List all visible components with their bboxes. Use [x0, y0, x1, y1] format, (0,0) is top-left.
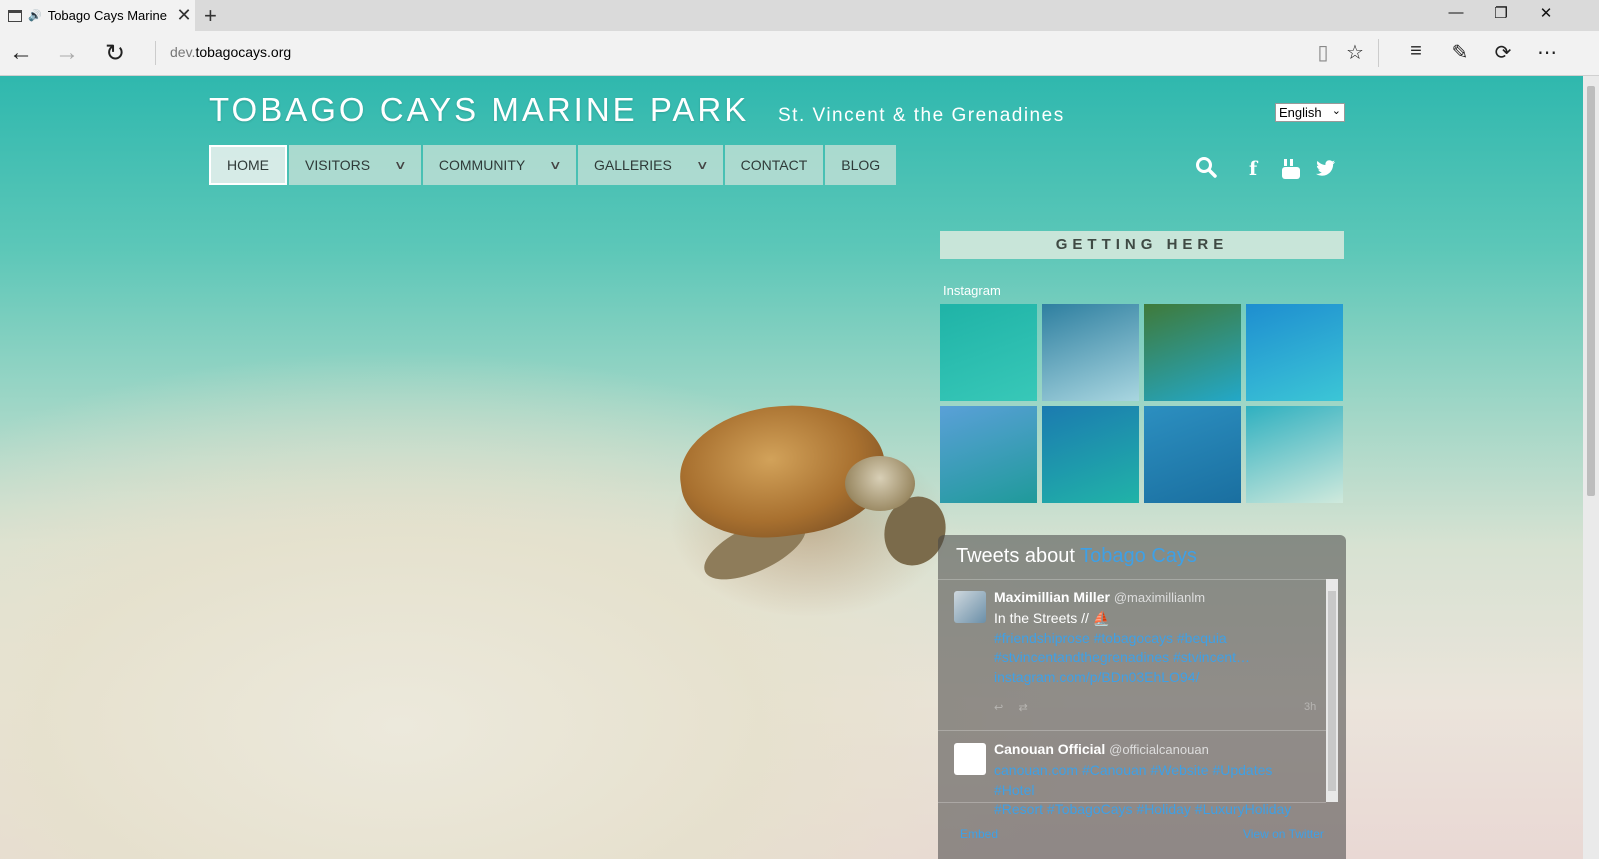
divider	[938, 730, 1326, 731]
instagram-photo[interactable]	[940, 406, 1037, 503]
close-window-icon[interactable]: ✕	[1531, 4, 1561, 22]
view-on-twitter-link[interactable]: View on Twitter	[1243, 827, 1324, 841]
site-title[interactable]: TOBAGO CAYS MARINE PARK	[209, 91, 749, 129]
chevron-down-icon: ∨	[549, 158, 563, 172]
browser-tab[interactable]: 🔊 Tobago Cays Marine ✕	[0, 0, 195, 31]
facebook-icon[interactable]: f	[1249, 158, 1257, 180]
favorite-star-icon[interactable]: ☆	[1341, 40, 1369, 65]
author-name: Canouan Official	[994, 741, 1106, 757]
tab-close-icon[interactable]: ✕	[173, 5, 195, 26]
instagram-photo[interactable]	[1246, 304, 1343, 401]
nav-label: VISITORS	[305, 157, 371, 173]
tweet-body: In the Streets // ⛵ #friendshiprose #tob…	[994, 609, 1314, 687]
tweet-body: canouan.com #Canouan #Website #Updates #…	[994, 761, 1314, 820]
url-separator	[155, 41, 156, 65]
twitter-widget: Tweets about Tobago Cays Maximillian Mil…	[938, 535, 1346, 859]
divider	[938, 802, 1326, 803]
tweet-hashtags[interactable]: #stvincentandthegrenadines #stvincent…	[994, 648, 1314, 668]
tweets-scrollbar[interactable]	[1326, 579, 1338, 802]
tweet-actions[interactable]: ↩ ⇄	[994, 701, 1028, 714]
tweet-hashtags[interactable]: #friendshiprose #tobagocays #bequia	[994, 629, 1314, 649]
author-name: Maximillian Miller	[994, 589, 1110, 605]
nav-label: BLOG	[841, 157, 881, 173]
avatar[interactable]	[954, 591, 986, 623]
instagram-photo[interactable]	[940, 304, 1037, 401]
minimize-icon[interactable]: —	[1441, 4, 1471, 21]
chevron-down-icon: ∨	[695, 158, 709, 172]
reading-view-icon[interactable]: ▯	[1309, 40, 1337, 65]
instagram-photo[interactable]	[1042, 406, 1139, 503]
tab-page-icon	[8, 9, 22, 22]
nav-label: HOME	[227, 157, 269, 173]
twitter-widget-title: Tweets about Tobago Cays	[956, 545, 1197, 568]
chevron-down-icon: ⌄	[1331, 105, 1341, 117]
nav-blog[interactable]: BLOG	[825, 145, 897, 185]
avatar[interactable]	[954, 743, 986, 775]
tweets-about-link[interactable]: Tobago Cays	[1080, 545, 1197, 567]
instagram-grid	[940, 304, 1344, 503]
nav-galleries[interactable]: GALLERIES ∨	[578, 145, 723, 185]
tweet-time[interactable]: 3h	[1304, 701, 1316, 713]
getting-here-button[interactable]: GETTING HERE	[940, 231, 1344, 259]
twitter-icon[interactable]	[1316, 160, 1336, 183]
youtube-icon[interactable]	[1281, 158, 1301, 186]
tab-title: Tobago Cays Marine	[47, 8, 167, 23]
nav-community[interactable]: COMMUNITY ∨	[422, 145, 577, 185]
main-nav: HOME VISITORS ∨ COMMUNITY ∨ GALLERIES ∨ CON…	[209, 145, 898, 185]
nav-label: COMMUNITY	[438, 157, 526, 173]
audio-icon[interactable]: 🔊	[28, 9, 42, 22]
divider	[938, 579, 1326, 580]
refresh-icon[interactable]: ↻	[100, 39, 130, 68]
scroll-thumb[interactable]	[1587, 86, 1595, 496]
url-domain: tobagocays.org	[195, 44, 292, 60]
tweet-author[interactable]: Canouan Official @officialcanouan	[994, 741, 1209, 757]
nav-visitors[interactable]: VISITORS ∨	[289, 145, 421, 185]
forward-icon[interactable]: →	[52, 39, 82, 67]
web-page: TOBAGO CAYS MARINE PARK St. Vincent & th…	[0, 76, 1583, 859]
turtle-head	[845, 456, 915, 511]
author-handle: @officialcanouan	[1109, 742, 1209, 757]
tweet-hashtags[interactable]: canouan.com #Canouan #Website #Updates #…	[994, 761, 1314, 800]
new-tab-button[interactable]: +	[204, 3, 217, 29]
language-value: English	[1279, 105, 1322, 120]
back-icon[interactable]: ←	[6, 39, 36, 67]
toolbar-separator	[1378, 39, 1379, 67]
nav-label: CONTACT	[740, 157, 808, 173]
instagram-photo[interactable]	[1246, 406, 1343, 503]
page-scrollbar[interactable]	[1583, 76, 1599, 859]
tweet-author[interactable]: Maximillian Miller @maximillianlm	[994, 589, 1205, 605]
tweets-about-label: Tweets about	[956, 545, 1081, 567]
tweet-text: In the Streets // ⛵	[994, 610, 1111, 626]
instagram-photo[interactable]	[1042, 304, 1139, 401]
author-handle: @maximillianlm	[1113, 590, 1206, 605]
share-icon[interactable]: ⟳	[1489, 40, 1517, 65]
nav-contact[interactable]: CONTACT	[724, 145, 824, 185]
web-note-icon[interactable]: ✎	[1446, 40, 1474, 65]
browser-tab-bar: 🔊 Tobago Cays Marine ✕ + — ❐ ✕	[0, 0, 1599, 31]
nav-label: GALLERIES	[594, 157, 672, 173]
tweet-item[interactable]: Maximillian Miller @maximillianlm In the…	[952, 589, 1316, 719]
tweet-link[interactable]: instagram.com/p/BDn03EhLO94/	[994, 668, 1314, 688]
url-subdomain: dev.	[170, 44, 196, 60]
chevron-down-icon: ∨	[393, 158, 408, 172]
instagram-photo[interactable]	[1144, 406, 1241, 503]
instagram-label: Instagram	[943, 283, 1001, 298]
url-field[interactable]: dev.tobagocays.org	[170, 44, 291, 60]
scroll-thumb[interactable]	[1328, 591, 1336, 791]
nav-home[interactable]: HOME	[209, 145, 287, 185]
instagram-photo[interactable]	[1144, 304, 1241, 401]
embed-link[interactable]: Embed	[960, 827, 998, 841]
restore-icon[interactable]: ❐	[1486, 4, 1516, 22]
tweet-item[interactable]: Canouan Official @officialcanouan canoua…	[952, 741, 1312, 817]
more-icon[interactable]: ⋯	[1533, 40, 1561, 65]
site-subtitle: St. Vincent & the Grenadines	[778, 105, 1065, 126]
hub-icon[interactable]: ≡	[1402, 40, 1430, 63]
address-bar: ← → ↻ dev.tobagocays.org ▯ ☆ ≡ ✎ ⟳ ⋯	[0, 31, 1599, 76]
search-icon[interactable]	[1195, 156, 1217, 184]
language-select[interactable]: English ⌄	[1275, 103, 1345, 122]
